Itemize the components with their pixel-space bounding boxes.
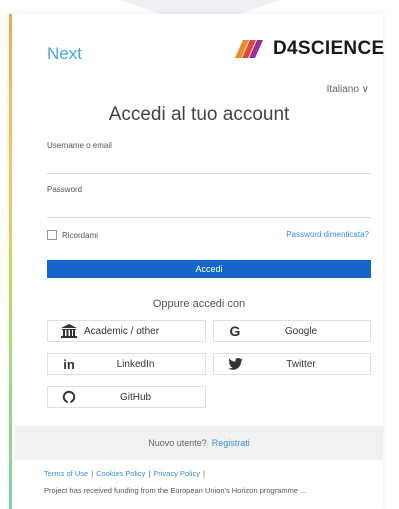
page-title: Accedi al tuo account (108, 104, 290, 125)
trailing-separator: | (202, 469, 205, 478)
password-input[interactable] (47, 197, 371, 218)
twitter-login-label: Twitter (286, 358, 316, 370)
google-icon: G (229, 323, 241, 339)
institution-icon (54, 324, 84, 338)
d4science-logo-icon (235, 40, 263, 58)
remember-me[interactable]: Ricordami (47, 230, 98, 240)
brand-name: D4SCIENCE (273, 38, 385, 59)
username-label: Username o email (47, 141, 112, 150)
d4science-logo: D4SCIENCE (233, 38, 384, 60)
password-label: Password (47, 185, 83, 194)
privacy-link[interactable]: Privacy Policy (153, 469, 200, 478)
register-link[interactable]: Registrati (212, 438, 250, 448)
alt-login-title: Oppure accedi con (152, 298, 246, 310)
remember-label: Ricordami (62, 230, 99, 240)
register-band: Nuovo utente? Registrati (15, 426, 383, 460)
google-login-label: Google (284, 325, 318, 337)
new-user-text: Nuovo utente? (148, 438, 207, 448)
twitter-login-button[interactable]: Twitter (213, 353, 371, 375)
github-icon (54, 390, 84, 404)
remember-checkbox[interactable] (47, 230, 57, 240)
terms-link[interactable]: Terms of Use (44, 469, 88, 478)
linkedin-icon: in (63, 356, 75, 372)
cookies-link[interactable]: Cookies Policy (96, 469, 145, 478)
footer-links: Terms of Use | Cookies Policy | Privacy Poli… (44, 469, 205, 478)
login-card: Next D4SCIENCE Italiano ∨ Accedi al tuo … (9, 14, 384, 509)
github-login-label: GitHub (119, 391, 152, 403)
linkedin-login-label: LinkedIn (116, 358, 155, 370)
funding-text: Project has received funding from the Eu… (44, 486, 307, 495)
username-input[interactable] (47, 153, 371, 174)
academic-login-label: Academic / other (84, 325, 160, 337)
twitter-icon (220, 358, 250, 370)
linkedin-login-button[interactable]: in LinkedIn (47, 353, 206, 375)
github-login-button[interactable]: GitHub (47, 386, 206, 408)
academic-login-button[interactable]: Academic / other (47, 320, 206, 342)
language-selector[interactable]: Italiano ∨ (327, 84, 369, 95)
google-login-button[interactable]: G Google (213, 320, 371, 342)
next-label: Next (47, 44, 82, 63)
forgot-password-link[interactable]: Password dimenticata? (286, 230, 369, 239)
login-button[interactable]: Accedi (47, 260, 371, 278)
